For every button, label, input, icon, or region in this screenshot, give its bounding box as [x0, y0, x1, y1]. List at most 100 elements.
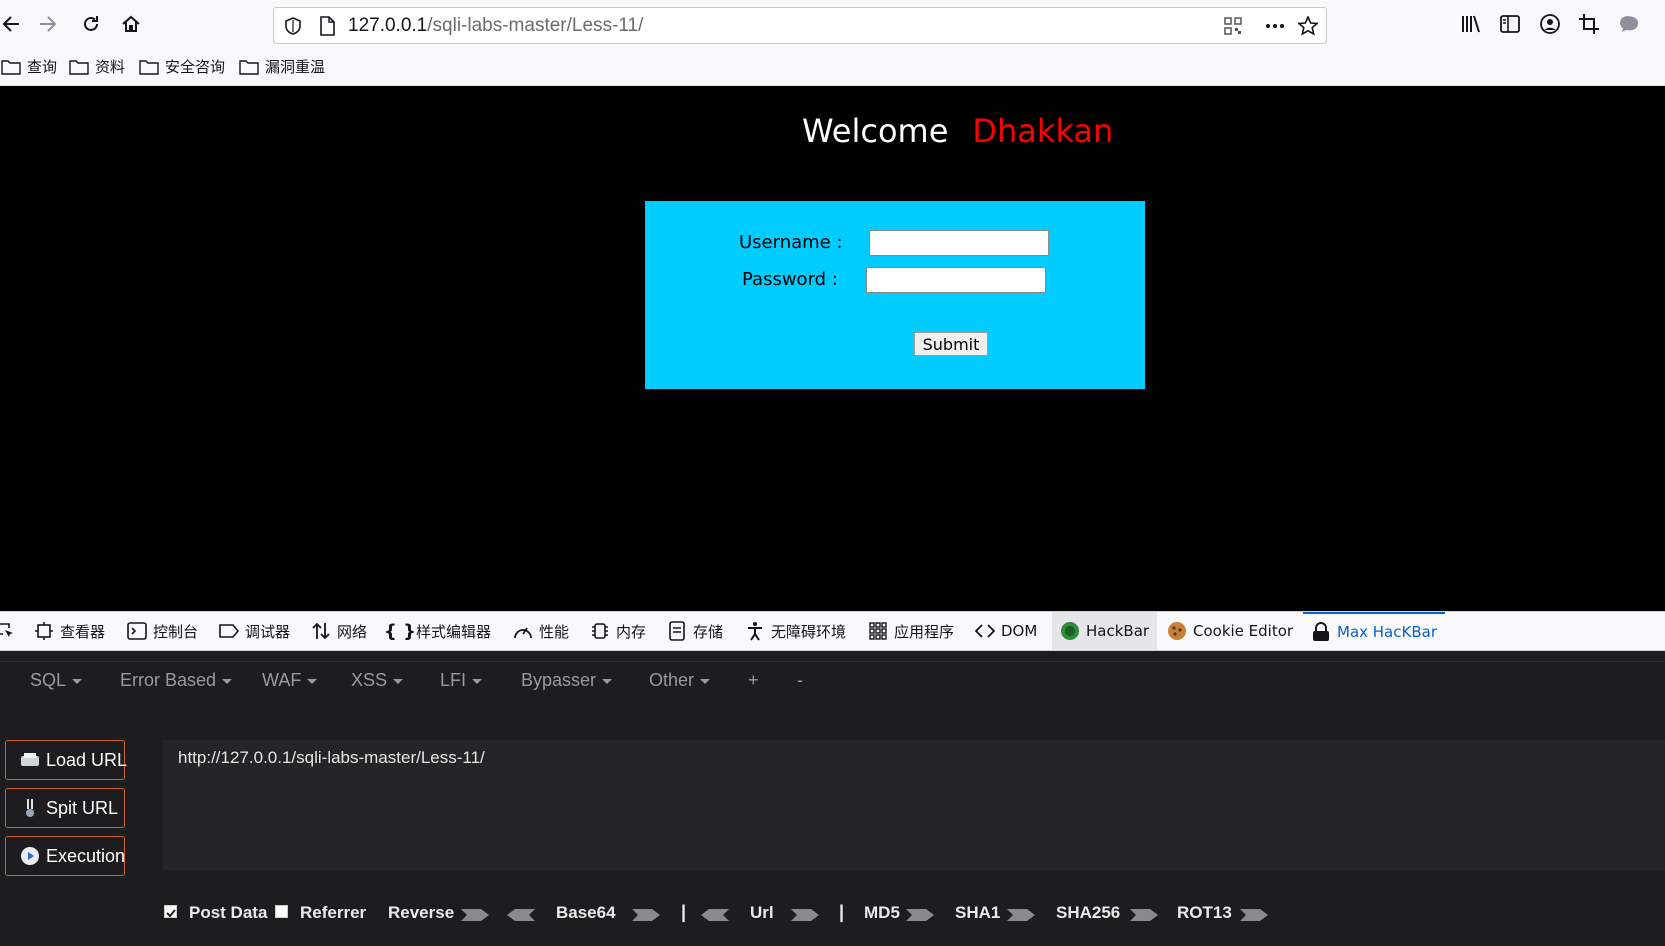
bookmark-star-icon[interactable]	[1297, 15, 1319, 37]
arrow-left-icon[interactable]	[701, 908, 729, 922]
screenshot-crop-icon[interactable]	[1577, 12, 1601, 36]
devtools-tab-strip: 查看器 控制台 调试器 网络 { } 样式编辑器 性能 内存 存储 无障碍环境 …	[0, 611, 1665, 651]
url-path: /sqli-labs-master/Less-11/	[427, 15, 644, 36]
password-label: Password :	[742, 269, 838, 290]
md5-button[interactable]: MD5	[864, 903, 900, 923]
tab-cookie-editor[interactable]: Cookie Editor	[1167, 612, 1293, 650]
element-picker-icon[interactable]	[0, 612, 16, 650]
home-icon[interactable]	[116, 9, 146, 39]
post-data-checkbox[interactable]	[164, 905, 177, 918]
tracking-shield-icon[interactable]	[284, 17, 302, 35]
menu-add[interactable]: +	[748, 670, 759, 691]
cookie-icon	[1167, 621, 1187, 641]
sha256-button[interactable]: SHA256	[1056, 903, 1120, 923]
referrer-checkbox[interactable]	[275, 905, 288, 918]
tab-style-editor[interactable]: { } 样式编辑器	[384, 612, 492, 650]
performance-icon	[513, 621, 533, 641]
tab-dom[interactable]: DOM	[975, 612, 1037, 650]
password-input[interactable]	[866, 267, 1046, 293]
caret-down-icon	[222, 678, 233, 684]
arrow-right-icon[interactable]	[1240, 908, 1268, 922]
menu-label: SQL	[30, 670, 67, 690]
forward-arrow-icon[interactable]	[33, 9, 63, 39]
execution-button[interactable]: Execution	[5, 836, 125, 876]
menu-label: Error Based	[120, 670, 217, 690]
storage-icon	[667, 621, 687, 641]
address-bar[interactable]: 127.0.0.1/sqli-labs-master/Less-11/	[273, 7, 1327, 44]
max-hackbar-panel: SQL Error Based WAF XSS LFI Bypasser Oth…	[0, 651, 1665, 946]
reload-icon[interactable]	[76, 9, 106, 39]
feedback-chat-icon[interactable]	[1617, 12, 1641, 36]
bookmark-folder[interactable]: 安全咨询	[139, 56, 225, 77]
tab-memory[interactable]: 内存	[590, 612, 646, 650]
reverse-button[interactable]: Reverse	[388, 903, 454, 923]
tab-max-hackbar[interactable]: Max HacKBar	[1303, 612, 1445, 650]
checkmark-icon	[166, 909, 176, 918]
bookmark-label: 资料	[95, 58, 126, 76]
tab-label: 样式编辑器	[416, 622, 492, 641]
post-data-label: Post Data	[189, 903, 268, 922]
username-input[interactable]	[869, 230, 1049, 256]
caret-down-icon	[393, 678, 404, 684]
tab-debugger[interactable]: 调试器	[219, 612, 290, 650]
arrow-right-icon[interactable]	[461, 908, 489, 922]
menu-sql[interactable]: SQL	[30, 670, 83, 691]
more-actions-icon[interactable]	[1264, 15, 1286, 37]
arrow-right-icon[interactable]	[791, 908, 819, 922]
sha1-button[interactable]: SHA1	[955, 903, 1000, 923]
url-encode-label: Url	[750, 903, 774, 922]
arrow-right-icon[interactable]	[1130, 908, 1158, 922]
bookmark-folder[interactable]: 查询	[1, 56, 57, 77]
tab-label: Max HacKBar	[1337, 623, 1437, 641]
tab-label: 内存	[616, 622, 647, 641]
menu-waf[interactable]: WAF	[262, 670, 318, 691]
rot13-button[interactable]: ROT13	[1177, 903, 1232, 923]
load-url-button[interactable]: Load URL	[5, 740, 127, 780]
caret-down-icon	[307, 678, 318, 684]
sidebar-icon[interactable]	[1498, 12, 1522, 36]
split-url-button[interactable]: Spit URL	[5, 788, 125, 828]
menu-other[interactable]: Other	[649, 670, 711, 691]
menu-bypasser[interactable]: Bypasser	[521, 670, 613, 691]
tab-performance[interactable]: 性能	[513, 612, 569, 650]
library-icon[interactable]	[1459, 12, 1483, 36]
debugger-icon	[219, 621, 239, 641]
web-page: Welcome Dhakkan Username : Password : Sub…	[0, 86, 1665, 611]
tab-storage[interactable]: 存储	[667, 612, 723, 650]
arrow-left-icon[interactable]	[507, 908, 535, 922]
tab-inspector[interactable]: 查看器	[34, 612, 105, 650]
tab-hackbar[interactable]: HackBar	[1052, 612, 1158, 650]
console-icon	[127, 621, 147, 641]
load-icon	[20, 750, 40, 770]
menu-lfi[interactable]: LFI	[440, 670, 483, 691]
inspector-icon	[34, 621, 54, 641]
page-info-icon[interactable]	[318, 16, 336, 36]
bookmark-label: 漏洞重温	[265, 58, 326, 76]
url-textarea[interactable]: http://127.0.0.1/sqli-labs-master/Less-1…	[163, 740, 1665, 870]
tab-network[interactable]: 网络	[311, 612, 367, 650]
tab-console[interactable]: 控制台	[127, 612, 198, 650]
menu-xss[interactable]: XSS	[351, 670, 404, 691]
account-icon[interactable]	[1538, 12, 1562, 36]
qr-code-icon[interactable]	[1222, 15, 1244, 37]
login-form: Username : Password : Submit	[645, 201, 1145, 389]
submit-button[interactable]: Submit	[914, 332, 988, 356]
arrow-right-icon[interactable]	[632, 908, 660, 922]
menu-label: LFI	[440, 670, 467, 690]
bookmark-folder[interactable]: 资料	[69, 56, 125, 77]
url-text[interactable]: 127.0.0.1/sqli-labs-master/Less-11/	[348, 15, 643, 37]
back-arrow-icon[interactable]	[0, 9, 26, 39]
tab-label: 应用程序	[894, 622, 955, 641]
caret-down-icon	[602, 678, 613, 684]
tab-accessibility[interactable]: 无障碍环境	[745, 612, 846, 650]
tab-application[interactable]: 应用程序	[868, 612, 954, 650]
arrow-right-icon[interactable]	[1007, 908, 1035, 922]
tab-label: 查看器	[60, 622, 106, 641]
arrow-right-icon[interactable]	[906, 908, 934, 922]
bookmark-label: 安全咨询	[165, 58, 226, 76]
menu-remove[interactable]: -	[797, 670, 803, 691]
hackbar-options: Post Data Referrer Reverse Base64 | Url …	[0, 899, 1665, 929]
bookmark-folder[interactable]: 漏洞重温	[239, 56, 325, 77]
folder-icon	[69, 59, 89, 75]
menu-error-based[interactable]: Error Based	[120, 670, 233, 691]
